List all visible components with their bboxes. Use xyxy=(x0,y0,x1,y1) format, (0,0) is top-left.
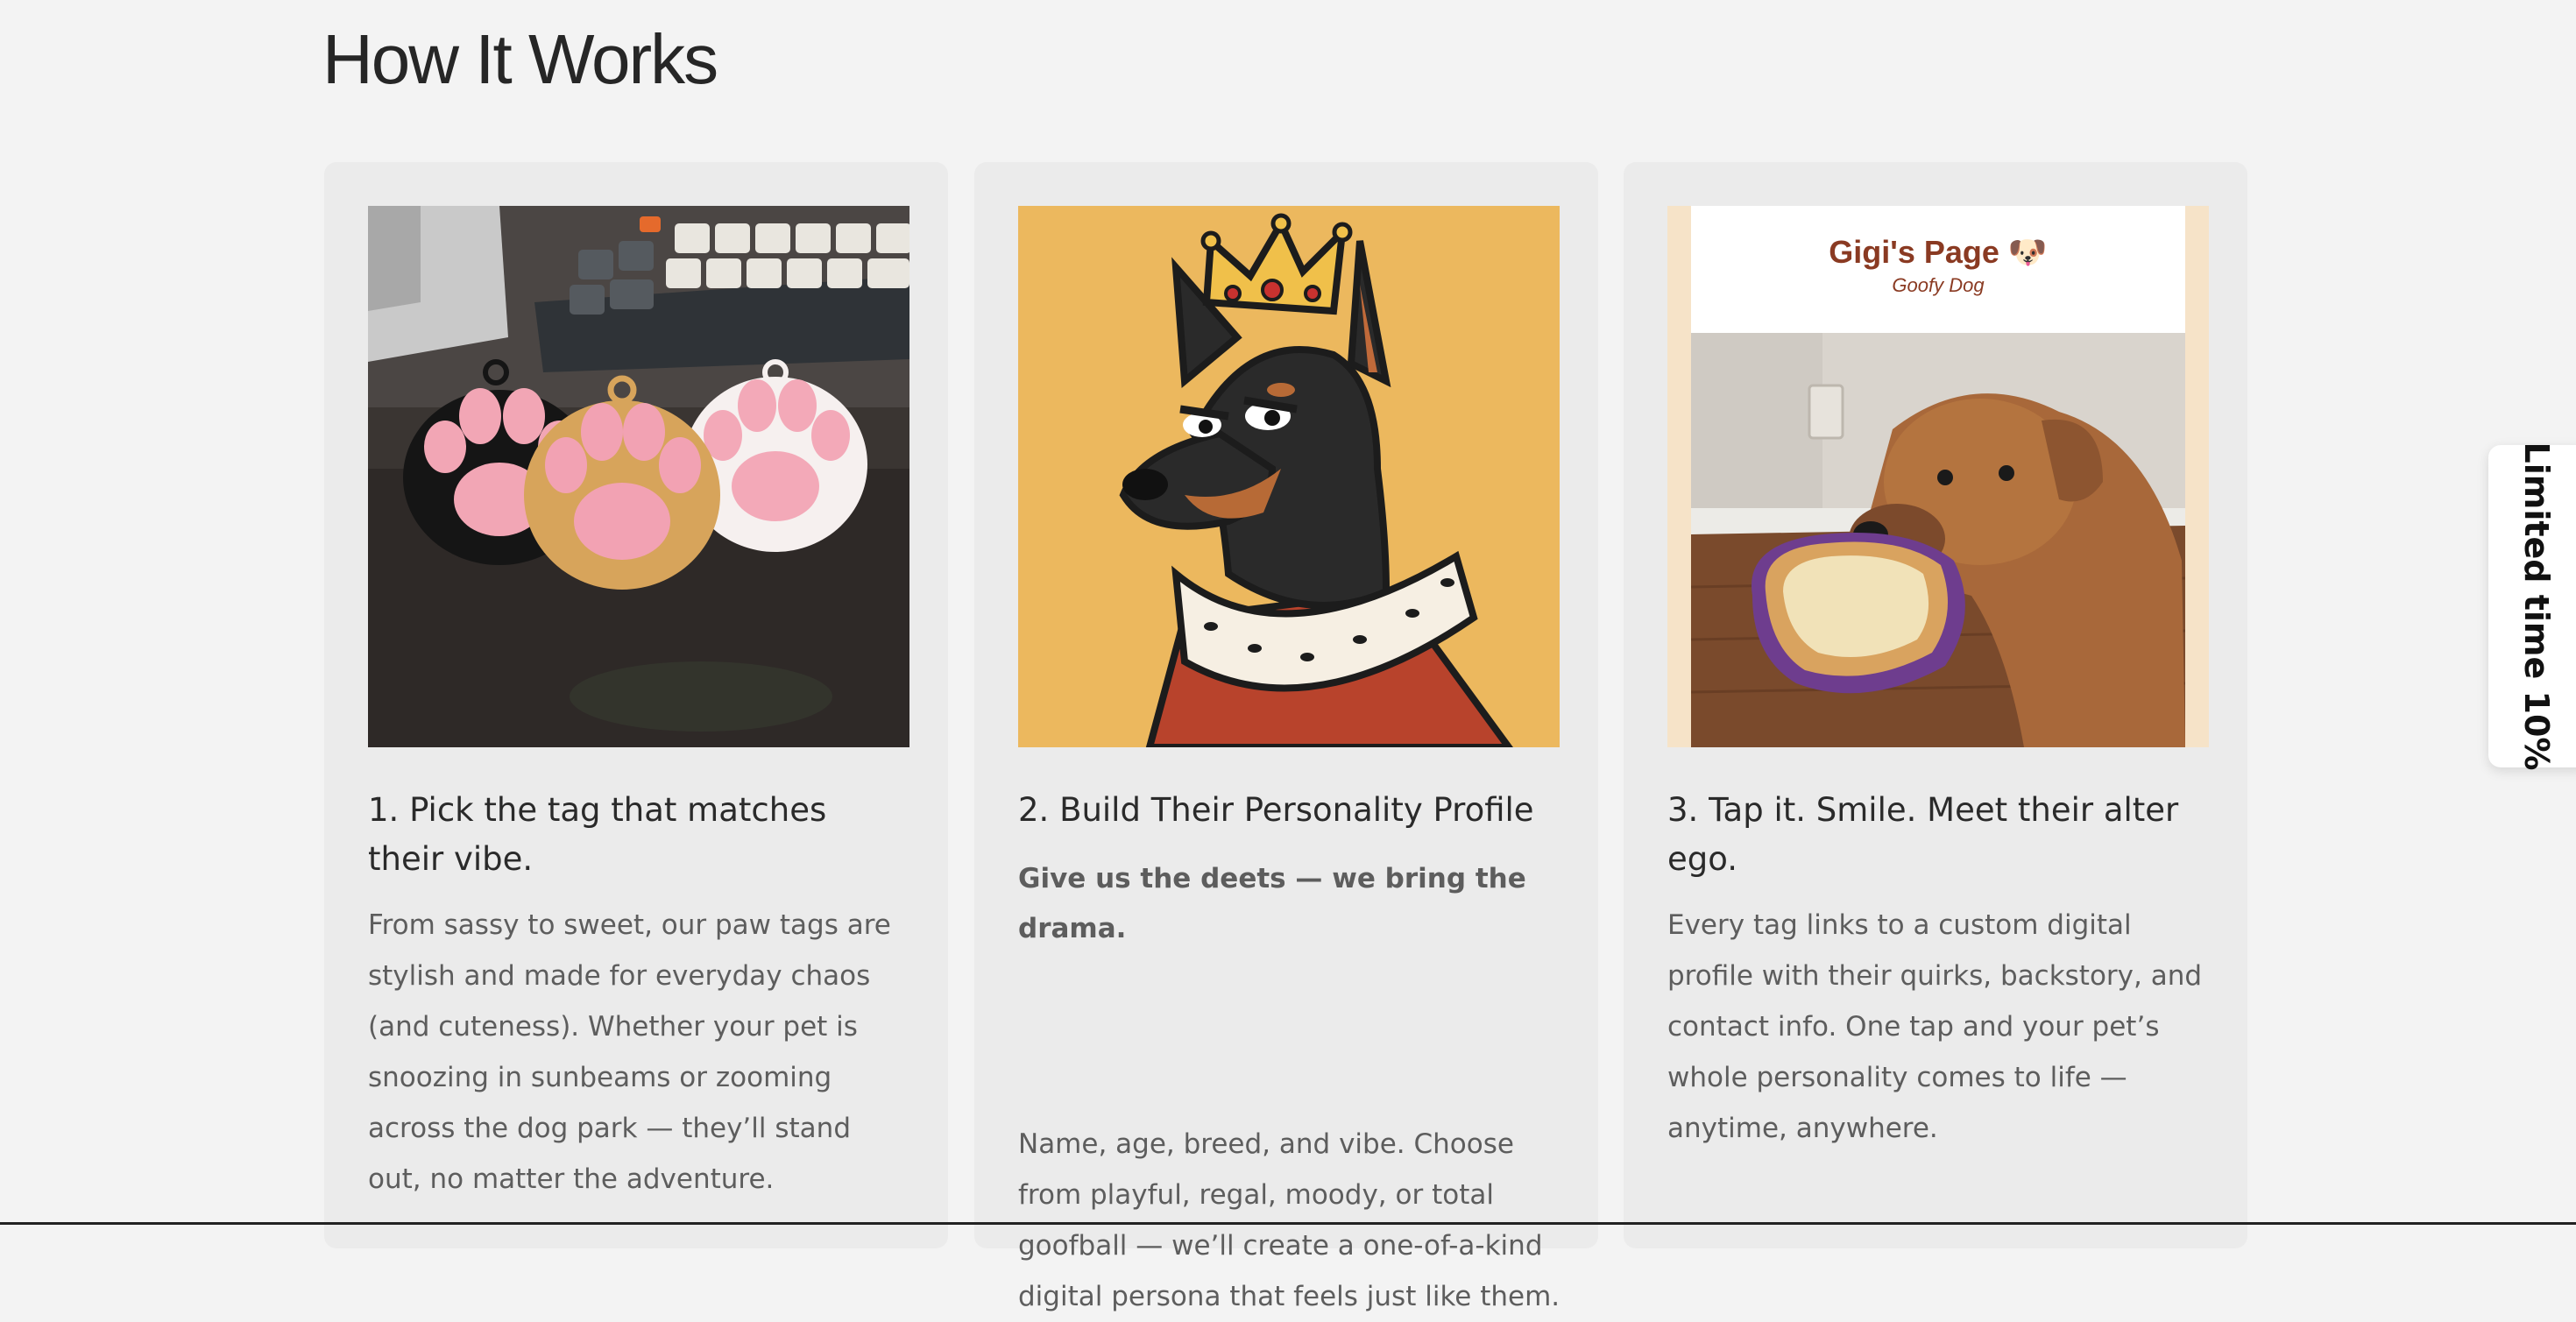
limited-time-offer-tab[interactable]: Limited time 10% xyxy=(2488,442,2576,770)
limited-time-offer-label: Limited time 10% xyxy=(2517,442,2556,771)
step-card-3: Gigi's Page 🐶 Goofy Dog 3. Tap it. Smile… xyxy=(1624,162,2247,1248)
paw-tags-illustration xyxy=(368,206,909,747)
step-1-description: From sassy to sweet, our paw tags are st… xyxy=(368,909,891,1195)
step-2-title: 2. Build Their Personality Profile xyxy=(1018,791,1534,829)
step-card-2: 2. Build Their Personality Profile Give … xyxy=(974,162,1598,1312)
step-3-title: 3. Tap it. Smile. Meet their alter ego. xyxy=(1667,791,2179,878)
section-title: How It Works xyxy=(322,20,718,98)
step-1-title: 1. Pick the tag that matches their vibe. xyxy=(368,791,827,878)
dog-with-toast-photo xyxy=(1691,333,2185,747)
profile-preview-subtitle: Goofy Dog xyxy=(1892,274,1985,296)
step-2-description: Name, age, breed, and vibe. Choose from … xyxy=(1018,1128,1560,1312)
step-card-1: 1. Pick the tag that matches their vibe.… xyxy=(324,162,948,1248)
regal-dog-portrait xyxy=(1018,206,1560,747)
doberman-king-illustration xyxy=(1018,206,1560,747)
step-3-description: Every tag links to a custom digital prof… xyxy=(1667,909,2203,1144)
profile-preview-header: Gigi's Page 🐶 Goofy Dog xyxy=(1691,206,2185,333)
paw-tags-photo xyxy=(368,206,909,747)
step-2-lead: Give us the deets — we bring the drama. xyxy=(1018,863,1526,944)
profile-preview-name: Gigi's Page 🐶 xyxy=(1829,234,2048,270)
profile-preview: Gigi's Page 🐶 Goofy Dog xyxy=(1667,206,2209,747)
